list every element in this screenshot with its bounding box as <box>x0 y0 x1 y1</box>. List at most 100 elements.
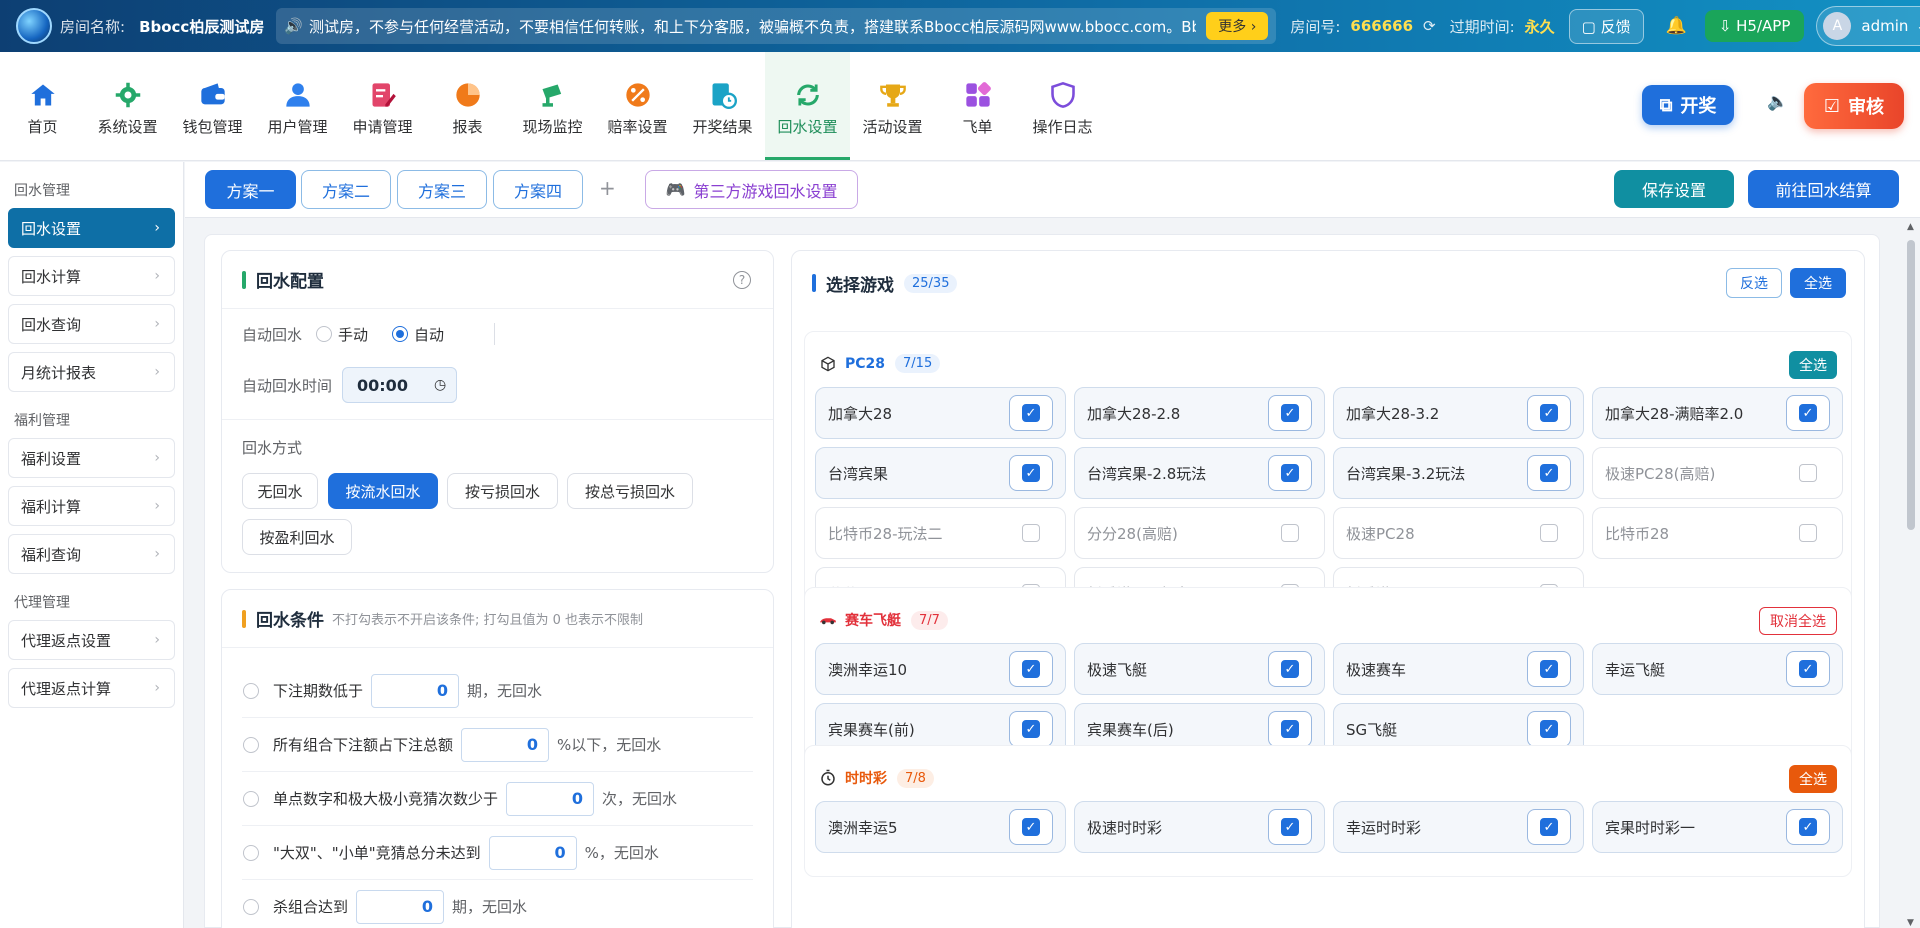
game-item[interactable]: 极速PC28(高赔) <box>1592 447 1843 499</box>
condition-check[interactable] <box>243 844 259 861</box>
scroll-down-icon[interactable]: ▼ <box>1907 918 1914 928</box>
more-button[interactable]: 更多 › <box>1206 12 1269 40</box>
tab-plan-4[interactable]: 方案四 <box>493 170 583 209</box>
game-item[interactable]: 幸运飞艇 ✓ <box>1592 643 1843 695</box>
game-item[interactable]: 加拿大28-3.2 ✓ <box>1333 387 1584 439</box>
game-checkbox[interactable]: ✓ <box>1281 660 1299 678</box>
game-checkbox[interactable]: ✓ <box>1540 464 1558 482</box>
scroll-up-icon[interactable]: ▲ <box>1907 222 1914 232</box>
game-item[interactable]: 比特币28-玩法二 <box>815 507 1066 559</box>
game-group-select-button[interactable]: 取消全选 <box>1759 607 1837 635</box>
game-checkbox[interactable]: ✓ <box>1281 404 1299 422</box>
game-item[interactable]: 澳洲幸运10 ✓ <box>815 643 1066 695</box>
game-checkbox[interactable]: ✓ <box>1281 464 1299 482</box>
nav-item[interactable]: 用户管理 <box>255 52 340 160</box>
game-item[interactable]: 宾果时时彩一 ✓ <box>1592 801 1843 853</box>
sidebar-item[interactable]: 回水设置 › <box>8 208 175 248</box>
game-item[interactable]: 极速赛车 ✓ <box>1333 643 1584 695</box>
condition-check[interactable] <box>243 898 259 915</box>
condition-input[interactable]: 0 <box>461 727 550 762</box>
nav-item[interactable]: 首页 <box>0 52 85 160</box>
game-checkbox[interactable]: ✓ <box>1022 818 1040 836</box>
h5-app-button[interactable]: ⇩ H5/APP <box>1704 10 1805 42</box>
nav-item[interactable]: 开奖结果 <box>680 52 765 160</box>
tab-plan-2[interactable]: 方案二 <box>301 170 391 209</box>
game-item[interactable]: 极速时时彩 ✓ <box>1074 801 1325 853</box>
game-item[interactable]: 分分28(高赔) <box>1074 507 1325 559</box>
game-item[interactable]: 加拿大28 ✓ <box>815 387 1066 439</box>
method-total-loss-button[interactable]: 按总亏损回水 <box>567 473 693 509</box>
game-checkbox[interactable] <box>1540 524 1558 542</box>
game-item[interactable]: 幸运时时彩 ✓ <box>1333 801 1584 853</box>
method-profit-button[interactable]: 按盈利回水 <box>242 519 352 555</box>
sidebar-item[interactable]: 月统计报表 › <box>8 352 175 392</box>
feedback-button[interactable]: ▢ 反馈 <box>1568 8 1644 44</box>
game-group-select-button[interactable]: 全选 <box>1789 765 1837 793</box>
game-checkbox[interactable]: ✓ <box>1540 818 1558 836</box>
kaijiang-button[interactable]: ⧉ 开奖 <box>1642 85 1734 125</box>
help-icon[interactable]: ? <box>733 271 751 289</box>
sidebar-item[interactable]: 福利计算 › <box>8 486 175 526</box>
game-checkbox[interactable]: ✓ <box>1799 660 1817 678</box>
user-menu[interactable]: A admin ⌄ <box>1816 6 1920 46</box>
page-scrollbar[interactable]: ▲ ▼ <box>1905 222 1917 928</box>
sidebar-item[interactable]: 福利设置 › <box>8 438 175 478</box>
save-settings-button[interactable]: 保存设置 <box>1614 170 1734 208</box>
manual-radio[interactable] <box>316 326 333 342</box>
scroll-thumb[interactable] <box>1907 240 1915 530</box>
game-checkbox[interactable]: ✓ <box>1281 818 1299 836</box>
game-checkbox[interactable]: ✓ <box>1540 720 1558 738</box>
nav-item[interactable]: 现场监控 <box>510 52 595 160</box>
nav-item[interactable]: 回水设置 <box>765 52 850 160</box>
bell-icon[interactable]: 🔔 <box>1666 16 1687 36</box>
game-checkbox[interactable]: ✓ <box>1022 404 1040 422</box>
game-checkbox[interactable]: ✓ <box>1022 660 1040 678</box>
game-item[interactable]: 澳洲幸运5 ✓ <box>815 801 1066 853</box>
game-item[interactable]: 加拿大28-2.8 ✓ <box>1074 387 1325 439</box>
shenhe-button[interactable]: ☑ 审核 <box>1804 83 1904 129</box>
game-checkbox[interactable] <box>1022 524 1040 542</box>
game-group-select-button[interactable]: 全选 <box>1789 351 1837 379</box>
game-item[interactable]: 极速PC28 <box>1333 507 1584 559</box>
auto-time-picker[interactable]: 00:00 ◷ <box>342 367 458 403</box>
game-checkbox[interactable] <box>1799 524 1817 542</box>
nav-item[interactable]: 报表 <box>425 52 510 160</box>
game-checkbox[interactable] <box>1799 464 1817 482</box>
game-item[interactable]: 台湾宾果 ✓ <box>815 447 1066 499</box>
tab-plan-3[interactable]: 方案三 <box>397 170 487 209</box>
nav-item[interactable]: 系统设置 <box>85 52 170 160</box>
sidebar-item[interactable]: 福利查询 › <box>8 534 175 574</box>
game-checkbox[interactable]: ✓ <box>1281 720 1299 738</box>
game-item[interactable]: 极速飞艇 ✓ <box>1074 643 1325 695</box>
nav-item[interactable]: 飞单 <box>935 52 1020 160</box>
nav-item[interactable]: 活动设置 <box>850 52 935 160</box>
game-checkbox[interactable]: ✓ <box>1799 818 1817 836</box>
game-checkbox[interactable]: ✓ <box>1540 404 1558 422</box>
auto-radio[interactable] <box>392 326 409 342</box>
game-checkbox[interactable]: ✓ <box>1540 660 1558 678</box>
add-plan-button[interactable]: + <box>599 176 616 200</box>
invert-selection-button[interactable]: 反选 <box>1726 268 1782 298</box>
nav-item[interactable]: 申请管理 <box>340 52 425 160</box>
sidebar-item[interactable]: 回水计算 › <box>8 256 175 296</box>
refresh-icon[interactable]: ⟳ <box>1423 17 1436 35</box>
game-item[interactable]: 台湾宾果-3.2玩法 ✓ <box>1333 447 1584 499</box>
game-checkbox[interactable]: ✓ <box>1022 464 1040 482</box>
method-none-button[interactable]: 无回水 <box>242 473 318 509</box>
condition-input[interactable]: 0 <box>488 835 577 870</box>
method-turnover-button[interactable]: 按流水回水 <box>328 473 438 509</box>
method-loss-button[interactable]: 按亏损回水 <box>447 473 558 509</box>
condition-input[interactable]: 0 <box>356 889 445 924</box>
game-item[interactable]: 比特币28 <box>1592 507 1843 559</box>
game-checkbox[interactable] <box>1281 524 1299 542</box>
game-checkbox[interactable]: ✓ <box>1022 720 1040 738</box>
condition-input[interactable]: 0 <box>371 673 460 708</box>
third-party-rebate-button[interactable]: 🎮 第三方游戏回水设置 <box>645 170 858 209</box>
nav-item[interactable]: 钱包管理 <box>170 52 255 160</box>
game-item[interactable]: 加拿大28-满赔率2.0 ✓ <box>1592 387 1843 439</box>
sidebar-item[interactable]: 代理返点计算 › <box>8 668 175 708</box>
game-checkbox[interactable]: ✓ <box>1799 404 1817 422</box>
condition-input[interactable]: 0 <box>506 781 595 816</box>
sidebar-item[interactable]: 回水查询 › <box>8 304 175 344</box>
condition-check[interactable] <box>243 736 259 753</box>
